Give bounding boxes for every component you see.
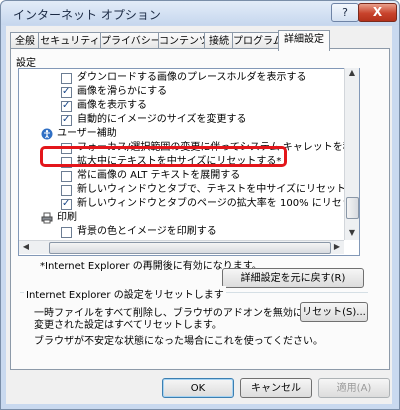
list-item-label: 画像を表示する xyxy=(77,100,147,111)
checkbox[interactable] xyxy=(61,113,72,127)
reset-hint: ブラウザが不安定な状態になった場合にこれを使ってください。 xyxy=(34,336,323,347)
restore-advanced-button[interactable]: 詳細設定を元に戻す(R) xyxy=(222,268,364,288)
list-item-label: 画像を滑らかにする xyxy=(77,86,168,97)
list-item-label: 背景の色とイメージを印刷する xyxy=(77,226,217,237)
checkbox[interactable] xyxy=(61,227,72,238)
checkbox[interactable] xyxy=(61,73,72,84)
cancel-button[interactable]: キャンセル xyxy=(240,378,312,398)
checkbox[interactable] xyxy=(61,85,72,99)
checkbox[interactable] xyxy=(61,99,72,113)
list-item-label: 常に画像の ALT テキストを展開する xyxy=(77,170,241,181)
accessibility-icon xyxy=(41,128,53,140)
group-label: ユーザー補助 xyxy=(57,128,117,139)
scroll-thumb[interactable] xyxy=(346,197,359,219)
scroll-left-icon[interactable]: ◀ xyxy=(19,242,33,251)
window-title: インターネット オプション xyxy=(13,8,161,22)
reset-description-line2: 変更された設定はすべてリセットします。 xyxy=(34,320,222,331)
ok-button[interactable]: OK xyxy=(162,378,234,398)
reset-button[interactable]: リセット(S)... xyxy=(300,302,368,322)
list-item-label: 自動的にイメージのサイズを変更する xyxy=(77,114,247,125)
close-button[interactable]: X xyxy=(358,3,397,22)
group-label: 印刷 xyxy=(57,212,77,223)
scroll-up-icon[interactable]: ▲ xyxy=(345,68,359,77)
tab-advanced[interactable]: 詳細設定 xyxy=(278,30,330,51)
scroll-down-icon[interactable]: ▼ xyxy=(345,228,359,237)
list-item-label: ダウンロードする画像のプレースホルダを表示する xyxy=(77,72,307,83)
list-item-label: 新しいウィンドウとタブで、テキストを中サイズにリセットします。 xyxy=(77,184,360,195)
highlight-annotation xyxy=(40,146,287,167)
checkbox[interactable] xyxy=(61,197,72,211)
help-button[interactable]: ? xyxy=(331,3,359,22)
checkbox[interactable] xyxy=(61,185,72,196)
list-item-label: 新しいウィンドウとタブのページの拡大率を 100% にリセットします。 xyxy=(77,198,359,209)
vertical-scrollbar[interactable]: ▲ ▼ xyxy=(344,68,359,240)
horizontal-scrollbar[interactable]: ◀ ▶ xyxy=(19,240,344,254)
printer-icon xyxy=(41,212,53,224)
settings-label: 設定 xyxy=(16,58,36,69)
checkbox[interactable] xyxy=(61,171,72,182)
reset-group-title: Internet Explorer の設定をリセットします xyxy=(24,286,226,301)
title-bar[interactable]: インターネット オプション ? X xyxy=(1,1,399,25)
scroll-right-icon[interactable]: ▶ xyxy=(330,242,344,251)
horizontal-scroll-thumb[interactable] xyxy=(49,242,331,254)
apply-button[interactable]: 適用(A) xyxy=(318,378,390,398)
